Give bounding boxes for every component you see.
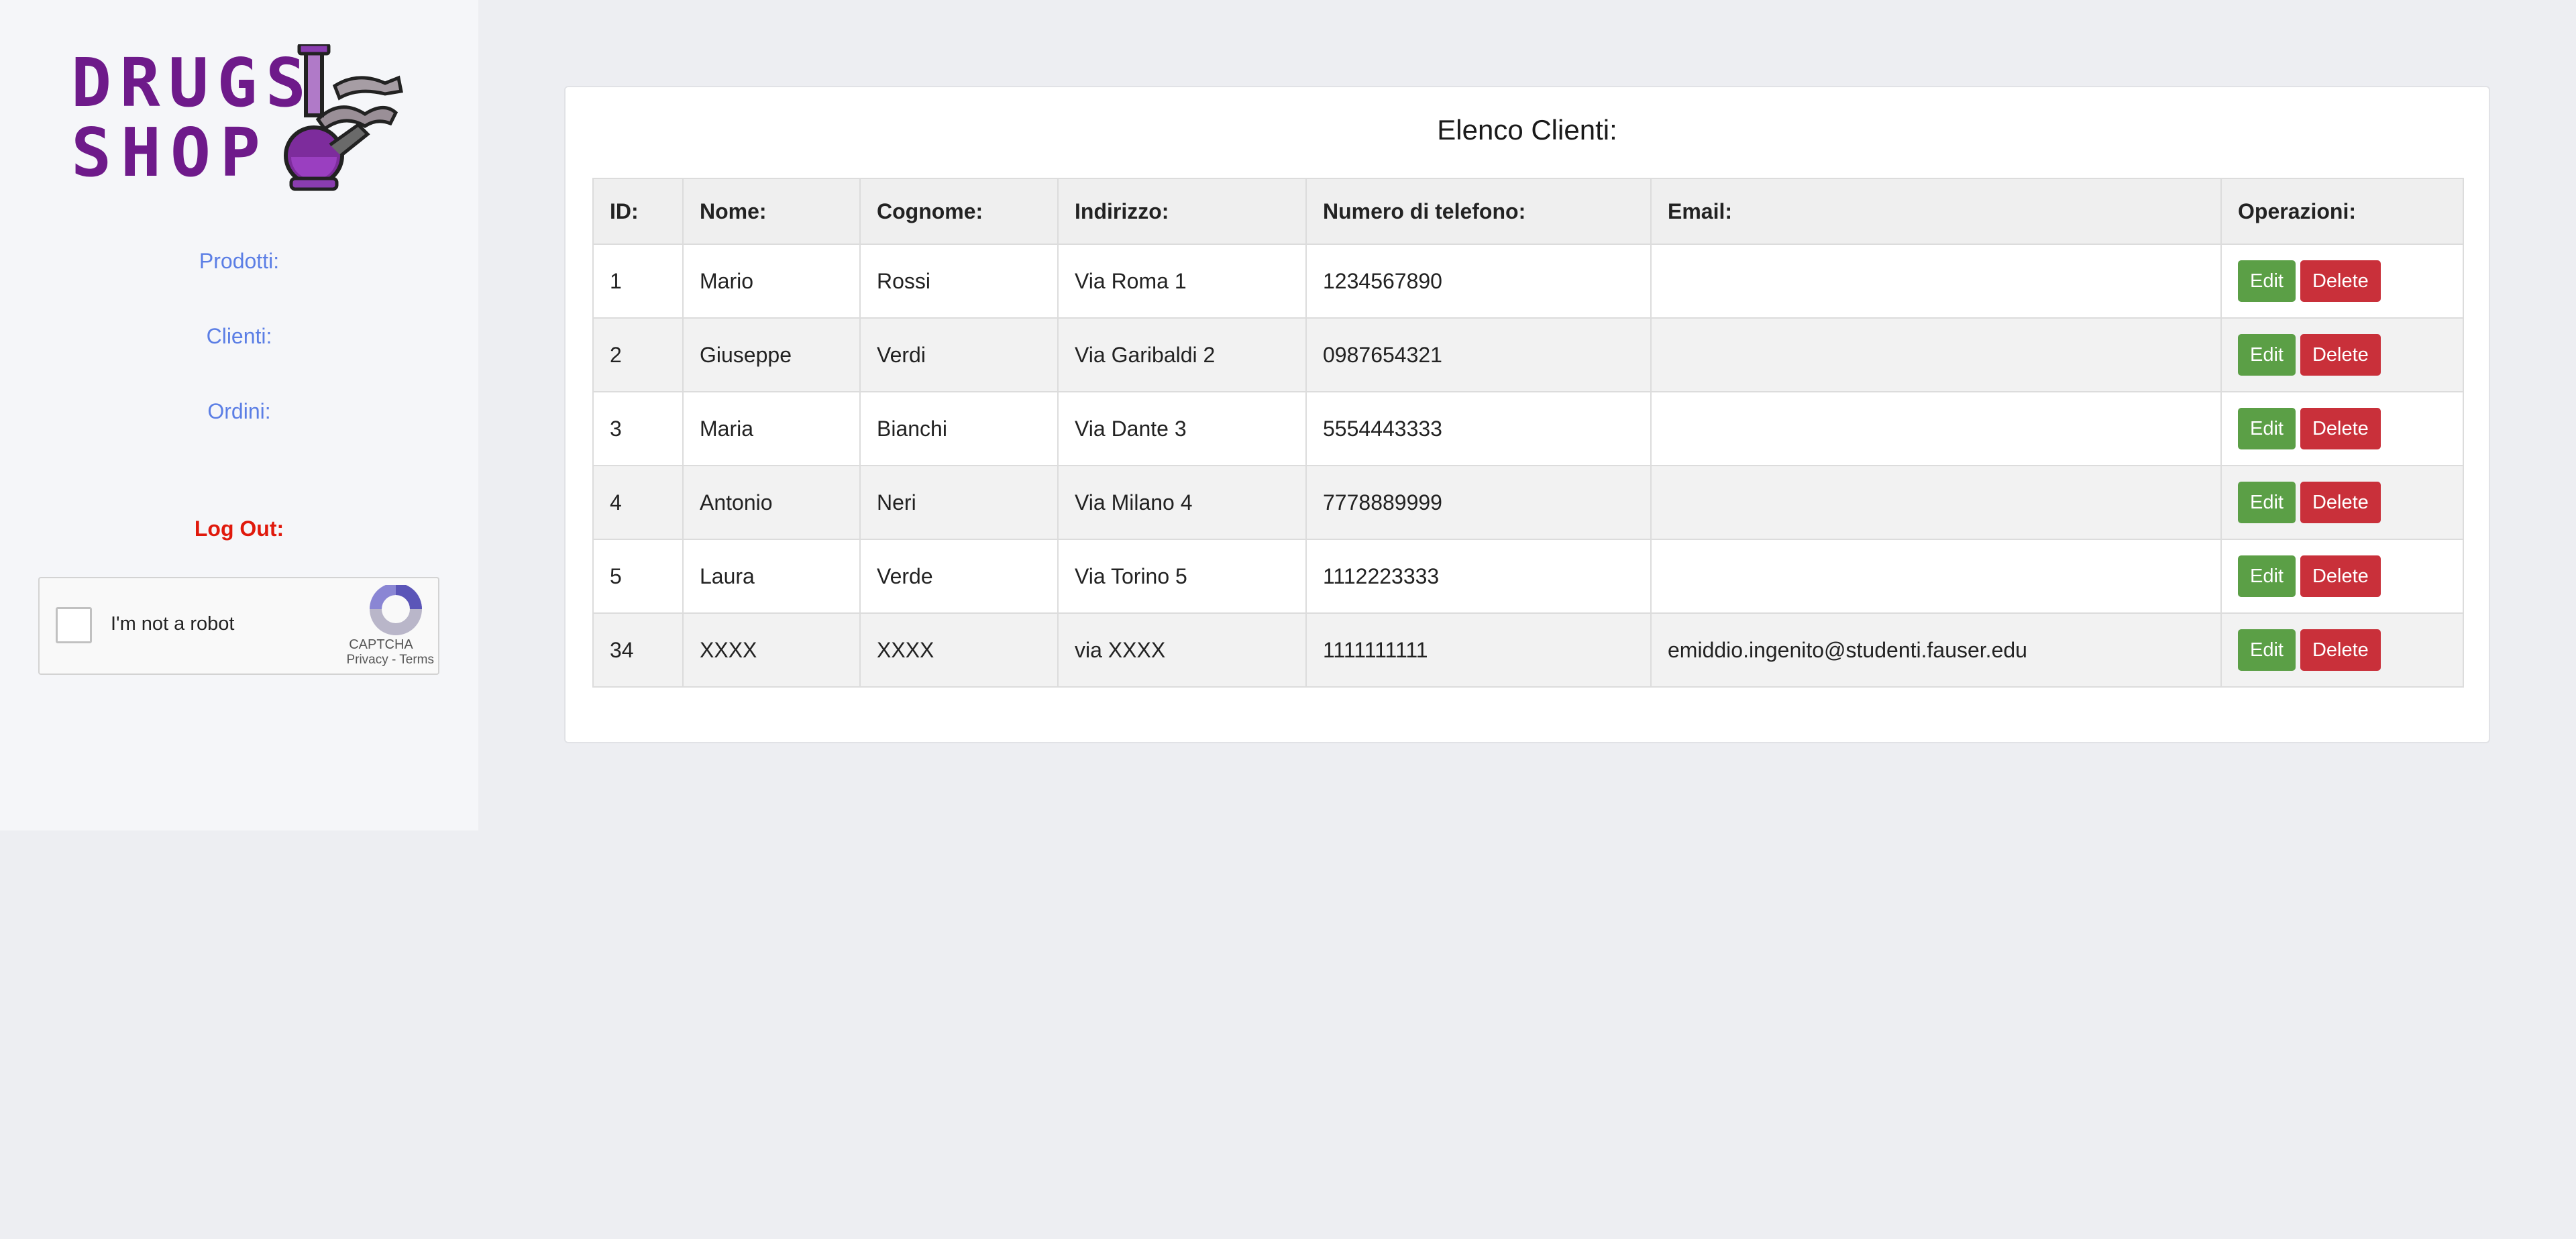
clients-card: Elenco Clienti: ID: Nome: Cognome: Indir… bbox=[564, 86, 2490, 743]
logo-text-line2: SHOP bbox=[71, 113, 260, 192]
sidebar: DRUGS SHOP Prodotti: Clienti: Ordini: Lo… bbox=[0, 0, 478, 830]
delete-button[interactable]: Delete bbox=[2300, 629, 2381, 671]
cell-email bbox=[1650, 317, 2222, 392]
logo-text-line1: DRUGS bbox=[71, 44, 306, 122]
table-header-row: ID: Nome: Cognome: Indirizzo: Numero di … bbox=[592, 178, 2464, 245]
captcha-brand: CAPTCHA bbox=[349, 637, 413, 652]
edit-button[interactable]: Edit bbox=[2238, 334, 2296, 376]
captcha-widget: I'm not a robot CAPTCHA Privacy - Terms bbox=[38, 577, 439, 675]
cell-nome: Antonio bbox=[682, 465, 861, 540]
nav-link-ordini[interactable]: Ordini: bbox=[0, 399, 478, 424]
table-row: 1 Mario Rossi Via Roma 1 1234567890 Edit… bbox=[592, 244, 2464, 319]
cell-operazioni: Edit Delete bbox=[2220, 539, 2464, 614]
cell-indirizzo: Via Dante 3 bbox=[1057, 391, 1307, 466]
cell-cognome: XXXX bbox=[859, 612, 1059, 688]
cell-operazioni: Edit Delete bbox=[2220, 465, 2464, 540]
cell-nome: XXXX bbox=[682, 612, 861, 688]
edit-button[interactable]: Edit bbox=[2238, 482, 2296, 523]
cell-nome: Giuseppe bbox=[682, 317, 861, 392]
cell-id: 1 bbox=[592, 244, 684, 319]
cell-operazioni: Edit Delete bbox=[2220, 612, 2464, 688]
table-row: 5 Laura Verde Via Torino 5 1112223333 Ed… bbox=[592, 539, 2464, 614]
cell-email bbox=[1650, 539, 2222, 614]
delete-button[interactable]: Delete bbox=[2300, 260, 2381, 302]
cell-telefono: 1234567890 bbox=[1305, 244, 1652, 319]
cell-indirizzo: via XXXX bbox=[1057, 612, 1307, 688]
cell-operazioni: Edit Delete bbox=[2220, 391, 2464, 466]
cell-operazioni: Edit Delete bbox=[2220, 317, 2464, 392]
cell-cognome: Verde bbox=[859, 539, 1059, 614]
column-header-nome: Nome: bbox=[682, 178, 861, 245]
nav-link-clienti[interactable]: Clienti: bbox=[0, 324, 478, 349]
table-row: 4 Antonio Neri Via Milano 4 7778889999 E… bbox=[592, 465, 2464, 540]
cell-email bbox=[1650, 465, 2222, 540]
cell-email bbox=[1650, 244, 2222, 319]
captcha-terms[interactable]: Privacy - Terms bbox=[346, 653, 434, 667]
nav-link-prodotti[interactable]: Prodotti: bbox=[0, 249, 478, 274]
column-header-id: ID: bbox=[592, 178, 684, 245]
cell-nome: Maria bbox=[682, 391, 861, 466]
cell-indirizzo: Via Roma 1 bbox=[1057, 244, 1307, 319]
drugs-shop-logo[interactable]: DRUGS SHOP bbox=[70, 44, 405, 192]
cell-cognome: Verdi bbox=[859, 317, 1059, 392]
recaptcha-icon bbox=[370, 585, 422, 635]
delete-button[interactable]: Delete bbox=[2300, 482, 2381, 523]
table-row: 3 Maria Bianchi Via Dante 3 5554443333 E… bbox=[592, 391, 2464, 466]
cell-nome: Laura bbox=[682, 539, 861, 614]
edit-button[interactable]: Edit bbox=[2238, 629, 2296, 671]
column-header-indirizzo: Indirizzo: bbox=[1057, 178, 1307, 245]
captcha-checkbox[interactable] bbox=[56, 607, 92, 643]
cell-id: 4 bbox=[592, 465, 684, 540]
cell-telefono: 1112223333 bbox=[1305, 539, 1652, 614]
clients-table: ID: Nome: Cognome: Indirizzo: Numero di … bbox=[592, 178, 2464, 688]
cell-id: 3 bbox=[592, 391, 684, 466]
cell-id: 2 bbox=[592, 317, 684, 392]
table-row: 34 XXXX XXXX via XXXX 1111111111 emiddio… bbox=[592, 612, 2464, 688]
cell-operazioni: Edit Delete bbox=[2220, 244, 2464, 319]
cell-telefono: 7778889999 bbox=[1305, 465, 1652, 540]
captcha-label: I'm not a robot bbox=[111, 613, 235, 635]
cell-indirizzo: Via Milano 4 bbox=[1057, 465, 1307, 540]
cell-telefono: 0987654321 bbox=[1305, 317, 1652, 392]
cell-id: 34 bbox=[592, 612, 684, 688]
table-row: 2 Giuseppe Verdi Via Garibaldi 2 0987654… bbox=[592, 317, 2464, 392]
cell-telefono: 1111111111 bbox=[1305, 612, 1652, 688]
cell-nome: Mario bbox=[682, 244, 861, 319]
delete-button[interactable]: Delete bbox=[2300, 334, 2381, 376]
cell-cognome: Rossi bbox=[859, 244, 1059, 319]
cell-email: emiddio.ingenito@studenti.fauser.edu bbox=[1650, 612, 2222, 688]
column-header-cognome: Cognome: bbox=[859, 178, 1059, 245]
cell-indirizzo: Via Garibaldi 2 bbox=[1057, 317, 1307, 392]
edit-button[interactable]: Edit bbox=[2238, 260, 2296, 302]
cell-email bbox=[1650, 391, 2222, 466]
delete-button[interactable]: Delete bbox=[2300, 408, 2381, 449]
cell-cognome: Bianchi bbox=[859, 391, 1059, 466]
column-header-operazioni: Operazioni: bbox=[2220, 178, 2464, 245]
cell-indirizzo: Via Torino 5 bbox=[1057, 539, 1307, 614]
delete-button[interactable]: Delete bbox=[2300, 555, 2381, 597]
logout-link[interactable]: Log Out: bbox=[0, 517, 478, 541]
page-title: Elenco Clienti: bbox=[1437, 114, 1617, 146]
cell-id: 5 bbox=[592, 539, 684, 614]
edit-button[interactable]: Edit bbox=[2238, 555, 2296, 597]
column-header-email: Email: bbox=[1650, 178, 2222, 245]
edit-button[interactable]: Edit bbox=[2238, 408, 2296, 449]
cell-cognome: Neri bbox=[859, 465, 1059, 540]
cell-telefono: 5554443333 bbox=[1305, 391, 1652, 466]
column-header-telefono: Numero di telefono: bbox=[1305, 178, 1652, 245]
